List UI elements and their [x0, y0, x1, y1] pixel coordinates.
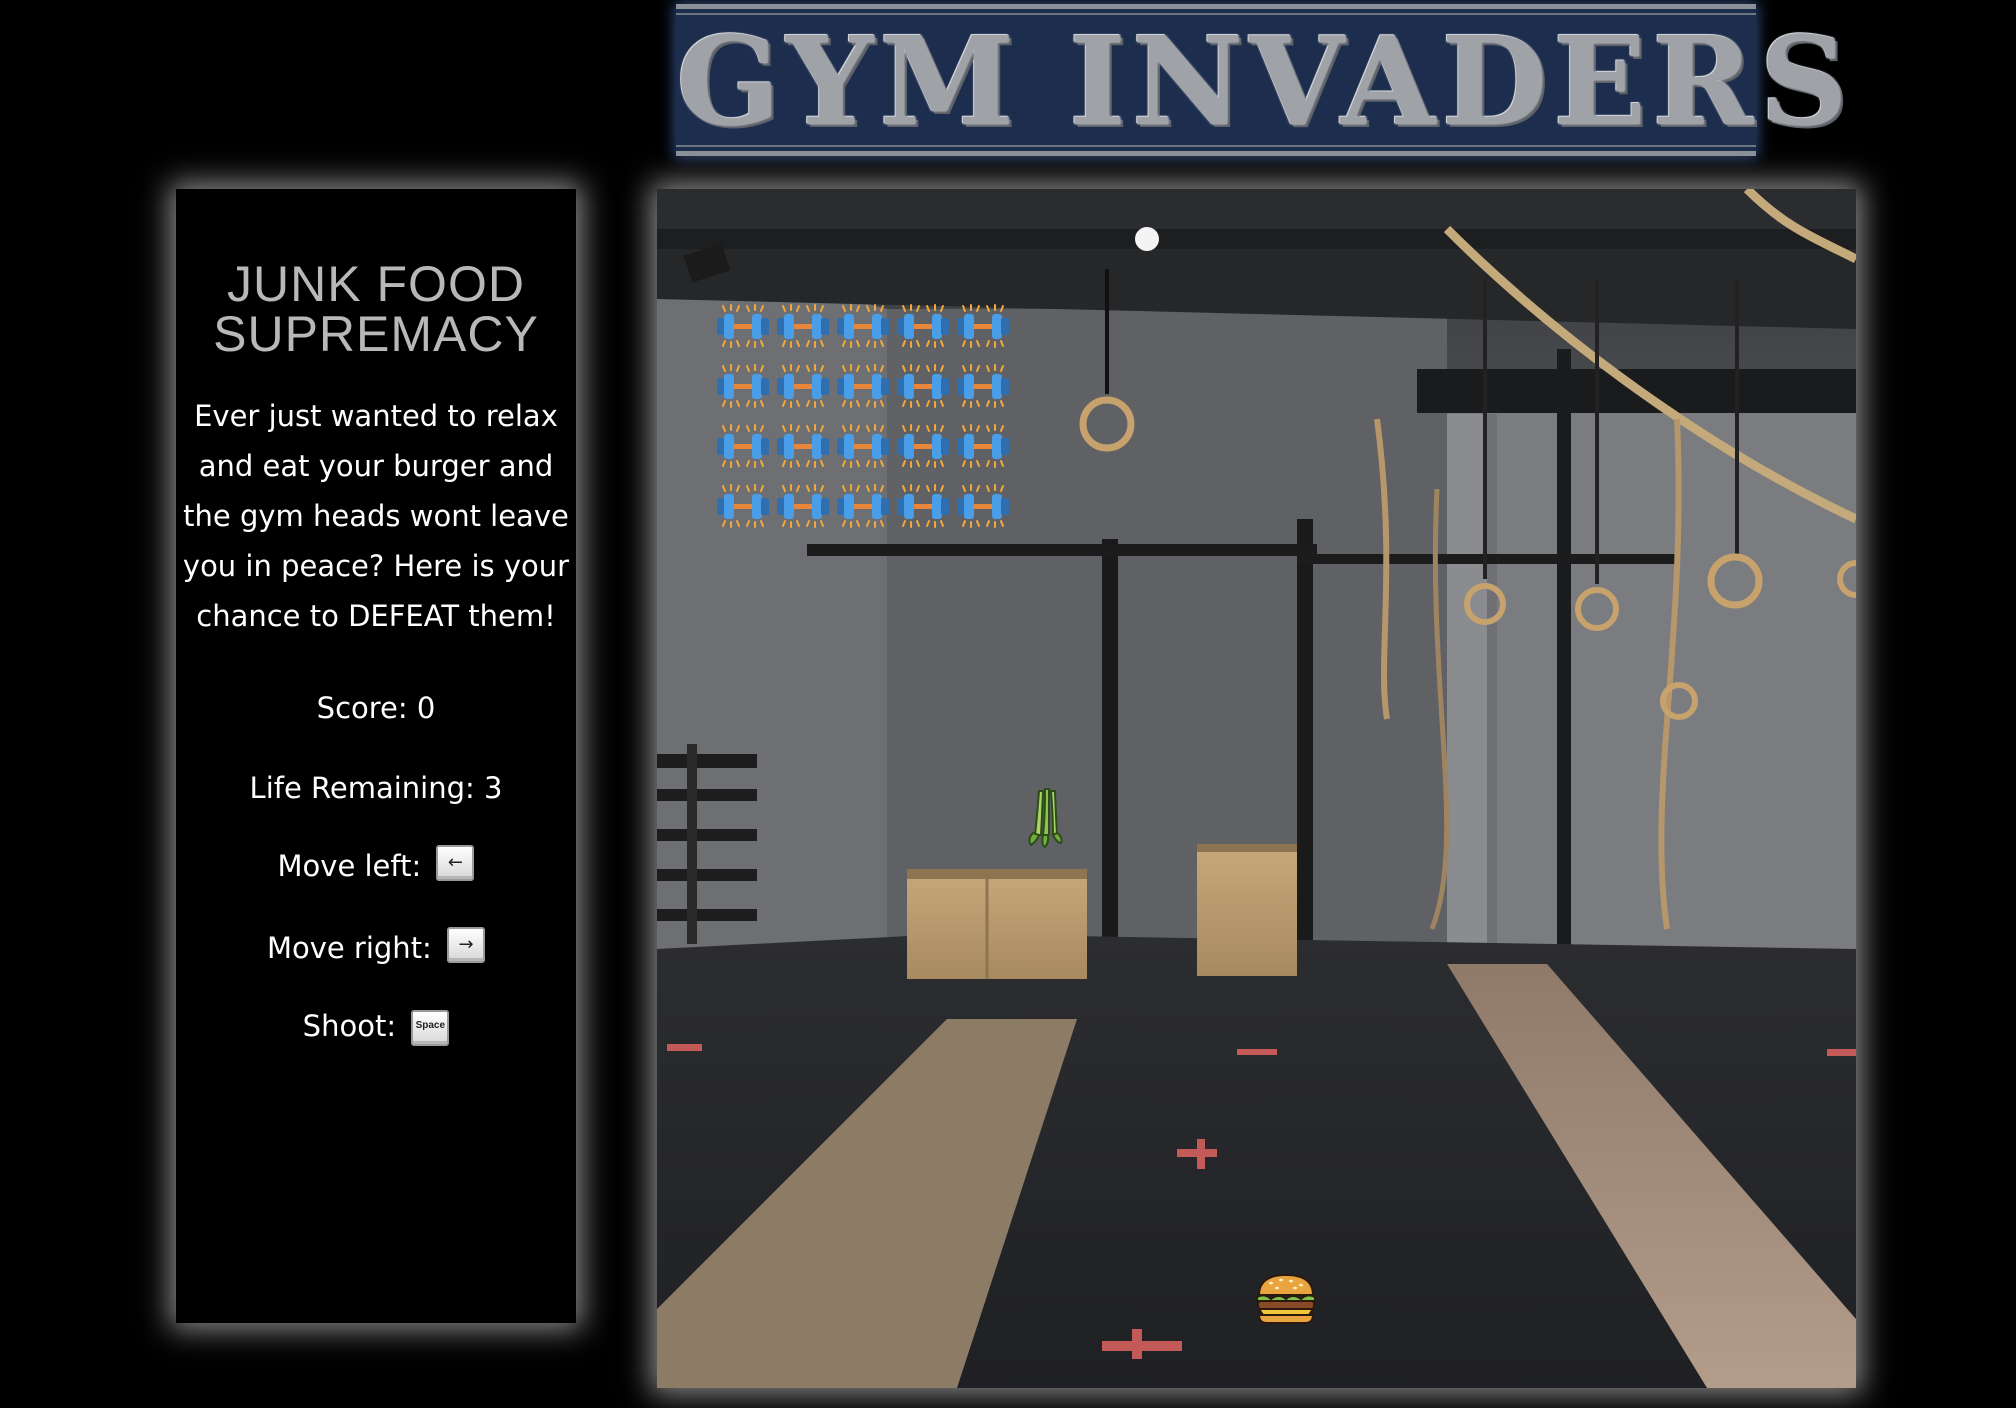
game-page: GYM INVADERS JUNK FOOD SUPREMACY Ever ju…	[0, 0, 2016, 1408]
dumbbell-icon	[715, 484, 771, 528]
dumbbell-icon	[955, 364, 1011, 408]
dumbbell-icon	[775, 304, 831, 348]
burger-icon[interactable]	[1255, 1273, 1317, 1325]
shoot-control: Shoot: Space	[176, 1009, 576, 1046]
right-arrow-key-icon: →	[447, 927, 486, 963]
sidebar-heading-line2: SUPREMACY	[213, 306, 539, 362]
life-value: 3	[484, 771, 503, 805]
score-display: Score: 0	[176, 691, 576, 725]
life-label: Life Remaining:	[249, 771, 475, 805]
move-right-control: Move right: →	[176, 927, 576, 965]
sidebar-heading-line1: JUNK FOOD	[227, 256, 525, 312]
move-left-control: Move left: ←	[176, 845, 576, 883]
dumbbell-icon	[835, 304, 891, 348]
dumbbell-icon	[895, 424, 951, 468]
sidebar-heading: JUNK FOOD SUPREMACY	[176, 259, 576, 359]
celery-icon	[1023, 787, 1067, 849]
dumbbell-icon	[775, 484, 831, 528]
dumbbell-icon	[835, 484, 891, 528]
dumbbell-icon	[715, 304, 771, 348]
dumbbell-icon	[955, 424, 1011, 468]
dumbbell-icon	[775, 424, 831, 468]
shoot-label: Shoot:	[302, 1009, 397, 1043]
dumbbell-icon	[955, 304, 1011, 348]
space-key-icon: Space	[411, 1010, 450, 1046]
score-value: 0	[416, 691, 436, 725]
score-label: Score:	[316, 691, 408, 725]
dumbbell-icon	[715, 364, 771, 408]
game-canvas[interactable]	[657, 189, 1856, 1388]
move-right-label: Move right:	[266, 931, 432, 965]
dumbbell-icon	[895, 364, 951, 408]
dumbbell-icon	[835, 364, 891, 408]
dumbbell-icon	[775, 364, 831, 408]
dumbbell-icon	[955, 484, 1011, 528]
info-sidebar: JUNK FOOD SUPREMACY Ever just wanted to …	[176, 189, 576, 1323]
life-display: Life Remaining: 3	[176, 771, 576, 805]
game-title: GYM INVADERS	[676, 9, 1854, 153]
dumbbell-icon	[895, 484, 951, 528]
dumbbell-icon	[835, 424, 891, 468]
move-left-label: Move left:	[277, 849, 422, 883]
game-description: Ever just wanted to relax and eat your b…	[182, 399, 570, 633]
dumbbell-icon	[895, 304, 951, 348]
left-arrow-key-icon: ←	[436, 845, 475, 881]
title-banner: GYM INVADERS	[676, 4, 1854, 156]
dumbbell-icon	[715, 424, 771, 468]
